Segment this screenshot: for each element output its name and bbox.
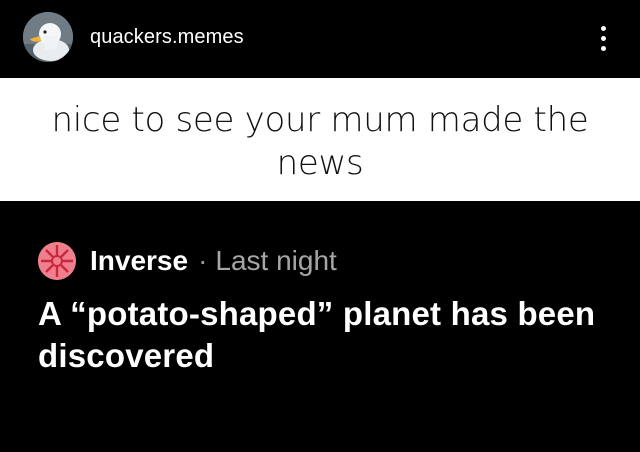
caption-text: nice to see your mum made the news [51,99,589,183]
duck-avatar-graphic [23,12,73,62]
source-name[interactable]: Inverse [90,244,188,278]
inverse-logo-icon [38,242,76,280]
username[interactable]: quackers.memes [90,24,244,50]
news-card[interactable]: Inverse · Last night A “potato-shaped” p… [0,201,640,452]
post-page: quackers.memes nice to see your mum made… [0,0,640,452]
news-headline[interactable]: A “potato-shaped” planet has been discov… [38,293,618,377]
more-dot [600,45,606,51]
post-timestamp: Last night [215,245,337,276]
more-options-icon[interactable] [592,18,614,58]
more-dot [600,35,606,41]
duck-avatar-icon[interactable] [23,12,73,62]
source-separator: · [198,245,208,276]
more-dot [600,25,606,31]
source-row: Inverse · Last night [38,241,337,281]
inverse-logo-graphic [38,242,76,280]
caption-box: nice to see your mum made the news [0,78,640,201]
post-header: quackers.memes [0,0,640,78]
